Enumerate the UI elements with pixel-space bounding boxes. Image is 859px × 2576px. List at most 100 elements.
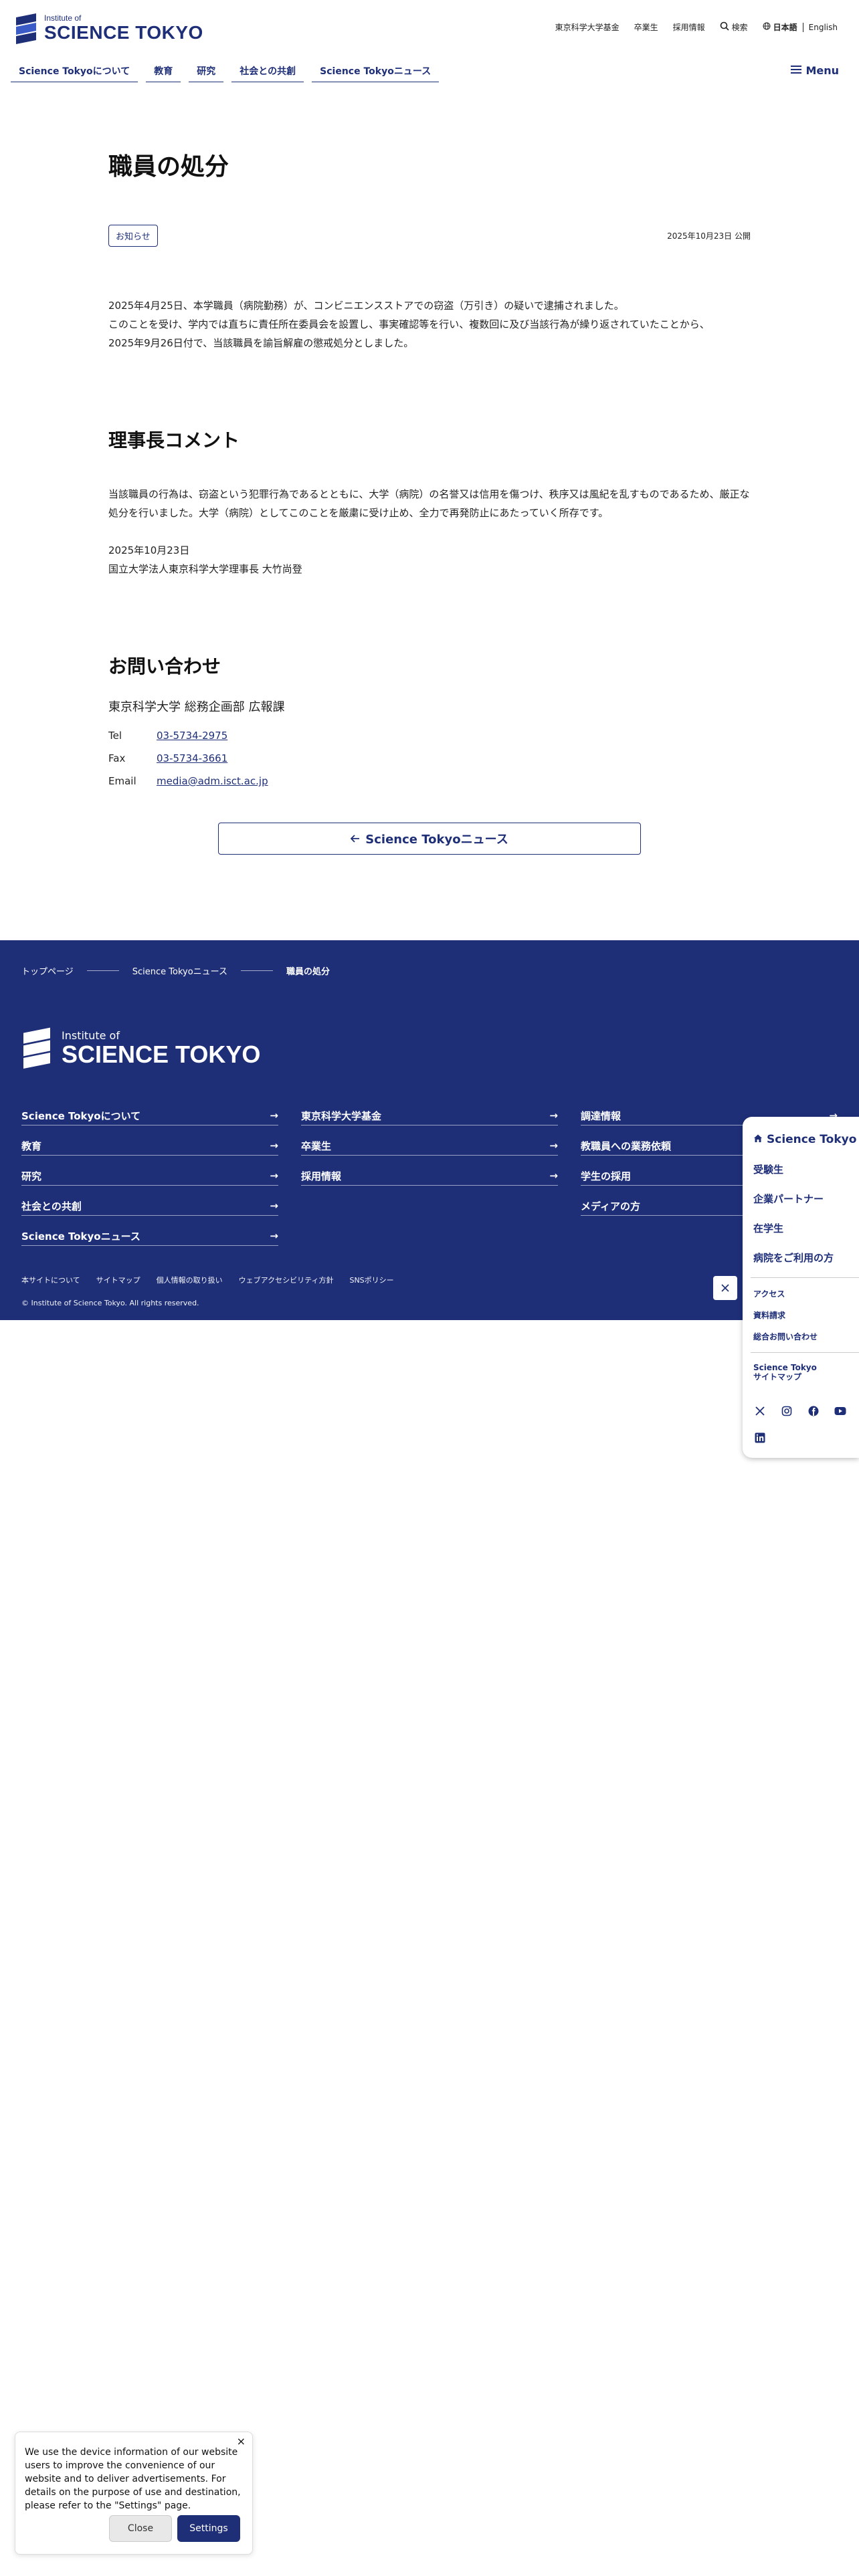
youtube-icon[interactable] bbox=[834, 1404, 847, 1418]
comment-heading: 理事長コメント bbox=[108, 429, 240, 451]
back-button-label: Science Tokyoニュース bbox=[365, 833, 508, 847]
cookie-close-button[interactable]: Close bbox=[109, 2515, 172, 2542]
email-link[interactable]: media@adm.isct.ac.jp bbox=[157, 775, 268, 787]
site-footer: トップページ Science Tokyoニュース 職員の処分 Institute… bbox=[0, 940, 859, 1320]
cookie-buttons: Close Settings bbox=[109, 2515, 240, 2542]
footer-logo[interactable]: Institute of SCIENCE TOKYO bbox=[21, 1026, 260, 1071]
cookie-settings-button[interactable]: Settings bbox=[177, 2515, 240, 2542]
lang-japanese[interactable]: 日本語 bbox=[773, 21, 797, 33]
language-switcher: 日本語 English bbox=[763, 21, 838, 33]
breadcrumb-news[interactable]: Science Tokyoニュース bbox=[132, 964, 227, 977]
footer-bottom-privacy[interactable]: 個人情報の取り扱い bbox=[157, 1275, 223, 1285]
breadcrumb-home[interactable]: トップページ bbox=[21, 964, 74, 977]
arrow-right-icon: → bbox=[270, 1140, 278, 1152]
panel-link-partners[interactable]: 企業パートナー bbox=[753, 1192, 834, 1221]
instagram-icon[interactable] bbox=[780, 1404, 793, 1418]
footer-bottom-sns-policy[interactable]: SNSポリシー bbox=[349, 1275, 393, 1285]
footer-link-news[interactable]: Science Tokyoニュース → bbox=[21, 1216, 278, 1246]
gnav-education[interactable]: 教育 bbox=[146, 64, 181, 82]
president-comment: 当該職員の行為は、窃盗という犯罪行為であるとともに、大学（病院）の名誉又は信用を… bbox=[108, 485, 751, 578]
footer-link-label: 社会との共創 bbox=[21, 1200, 82, 1212]
util-link-alumni[interactable]: 卒業生 bbox=[634, 21, 658, 33]
footer-bottom-sitemap[interactable]: サイトマップ bbox=[96, 1275, 140, 1285]
breadcrumb-current: 職員の処分 bbox=[286, 967, 330, 977]
panel-divider bbox=[751, 1352, 859, 1353]
footer-bottom-about-site[interactable]: 本サイトについて bbox=[21, 1275, 80, 1285]
panel-link-access[interactable]: アクセス bbox=[753, 1288, 818, 1309]
category-tag[interactable]: お知らせ bbox=[108, 225, 158, 247]
menu-label: Menu bbox=[805, 64, 839, 77]
global-nav: Science Tokyoについて 教育 研究 社会との共創 Science T… bbox=[11, 64, 440, 82]
panel-link-applicants[interactable]: 受験生 bbox=[753, 1162, 834, 1192]
social-links bbox=[753, 1404, 854, 1444]
footer-link-careers[interactable]: 採用情報 → bbox=[301, 1156, 558, 1186]
logo-mark-icon bbox=[21, 1026, 52, 1071]
footer-link-label: 教育 bbox=[21, 1140, 42, 1152]
footer-link-cocreation[interactable]: 社会との共創 → bbox=[21, 1186, 278, 1216]
facebook-icon[interactable] bbox=[807, 1404, 820, 1418]
back-to-news-button[interactable]: Science Tokyoニュース bbox=[218, 823, 641, 855]
footer-bottom-links: 本サイトについて サイトマップ 個人情報の取り扱い ウェブアクセシビリティ方針 … bbox=[21, 1275, 394, 1285]
article-main: 職員の処分 お知らせ 2025年10月23日 公開 2025年4月25日、本学職… bbox=[108, 147, 751, 798]
panel-link-inquiry[interactable]: 総合お問い合わせ bbox=[753, 1331, 818, 1352]
search-icon bbox=[720, 21, 729, 33]
quick-links-panel: Science Tokyo 受験生 企業パートナー 在学生 病院をご利用の方 ア… bbox=[743, 1117, 859, 1458]
site-header: Institute of SCIENCE TOKYO 東京科学大学基金 卒業生 … bbox=[0, 0, 859, 94]
footer-link-label: Science Tokyoについて bbox=[21, 1109, 141, 1122]
search-button[interactable]: 検索 bbox=[720, 21, 748, 33]
article-body: 2025年4月25日、本学職員（病院勤務）が、コンビニエンスストアでの窃盗（万引… bbox=[108, 296, 751, 352]
logo-small-text: Institute of bbox=[44, 13, 82, 23]
footer-link-label: 卒業生 bbox=[301, 1140, 332, 1152]
gnav-news[interactable]: Science Tokyoニュース bbox=[312, 64, 440, 82]
close-icon bbox=[721, 1280, 730, 1296]
footer-bottom-accessibility[interactable]: ウェブアクセシビリティ方針 bbox=[239, 1275, 334, 1285]
footer-link-education[interactable]: 教育 → bbox=[21, 1125, 278, 1156]
lang-english[interactable]: English bbox=[809, 23, 838, 32]
tel-link[interactable]: 03-5734-2975 bbox=[157, 730, 227, 742]
panel-link-hospital[interactable]: 病院をご利用の方 bbox=[753, 1251, 834, 1280]
globe-icon bbox=[763, 22, 771, 32]
sitemap-line-2: サイトマップ bbox=[753, 1372, 802, 1382]
footer-link-label: Science Tokyoニュース bbox=[21, 1230, 140, 1243]
footer-link-label: 研究 bbox=[21, 1170, 42, 1182]
contact-heading: お問い合わせ bbox=[108, 655, 221, 677]
arrow-right-icon: → bbox=[549, 1170, 558, 1182]
panel-title-label: Science Tokyo bbox=[767, 1133, 857, 1146]
contact-fax-row: Fax 03-5734-3661 bbox=[108, 752, 751, 764]
menu-button[interactable]: Menu bbox=[791, 64, 839, 77]
panel-sitemap-link[interactable]: Science Tokyo サイトマップ bbox=[753, 1363, 820, 1382]
x-icon[interactable] bbox=[753, 1404, 767, 1418]
arrow-right-icon: → bbox=[270, 1109, 278, 1121]
footer-link-label: 調達情報 bbox=[581, 1109, 622, 1122]
util-link-careers[interactable]: 採用情報 bbox=[673, 21, 705, 33]
arrow-right-icon: → bbox=[270, 1200, 278, 1212]
arrow-right-icon: → bbox=[549, 1109, 558, 1121]
arrow-left-icon bbox=[351, 832, 360, 846]
footer-link-label: メディアの方 bbox=[581, 1200, 640, 1212]
panel-link-brochure[interactable]: 資料請求 bbox=[753, 1309, 818, 1331]
contact-department: 東京科学大学 総務企画部 広報課 bbox=[108, 700, 285, 714]
breadcrumb-divider bbox=[86, 970, 119, 971]
footer-col-1: Science Tokyoについて → 教育 → 研究 → 社会との共創 → Scien… bbox=[21, 1095, 278, 1246]
site-logo[interactable]: Institute of SCIENCE TOKYO bbox=[15, 12, 203, 44]
footer-link-about[interactable]: Science Tokyoについて → bbox=[21, 1095, 278, 1125]
util-link-fund[interactable]: 東京科学大学基金 bbox=[555, 21, 619, 33]
linkedin-icon[interactable] bbox=[753, 1431, 767, 1444]
panel-close-button[interactable] bbox=[713, 1276, 737, 1300]
contact-email-row: Email media@adm.isct.ac.jp bbox=[108, 775, 751, 787]
article-paragraph: このことを受け、学内では直ちに責任所在委員会を設置し、事実確認等を行い、複数回に… bbox=[108, 318, 710, 330]
panel-title[interactable]: Science Tokyo bbox=[753, 1133, 856, 1146]
footer-link-fund[interactable]: 東京科学大学基金 → bbox=[301, 1095, 558, 1125]
panel-link-students[interactable]: 在学生 bbox=[753, 1221, 834, 1251]
gnav-research[interactable]: 研究 bbox=[189, 64, 224, 82]
gnav-about[interactable]: Science Tokyoについて bbox=[11, 64, 138, 82]
gnav-cocreation[interactable]: 社会との共創 bbox=[231, 64, 304, 82]
cookie-banner: × We use the device information of our w… bbox=[15, 2432, 253, 2555]
publish-date: 2025年10月23日 公開 bbox=[667, 231, 751, 241]
logo-mark-icon bbox=[15, 12, 37, 44]
breadcrumb-divider bbox=[241, 970, 274, 971]
search-label: 検索 bbox=[731, 23, 748, 32]
footer-link-research[interactable]: 研究 → bbox=[21, 1156, 278, 1186]
fax-link[interactable]: 03-5734-3661 bbox=[157, 752, 227, 764]
footer-link-alumni[interactable]: 卒業生 → bbox=[301, 1125, 558, 1156]
